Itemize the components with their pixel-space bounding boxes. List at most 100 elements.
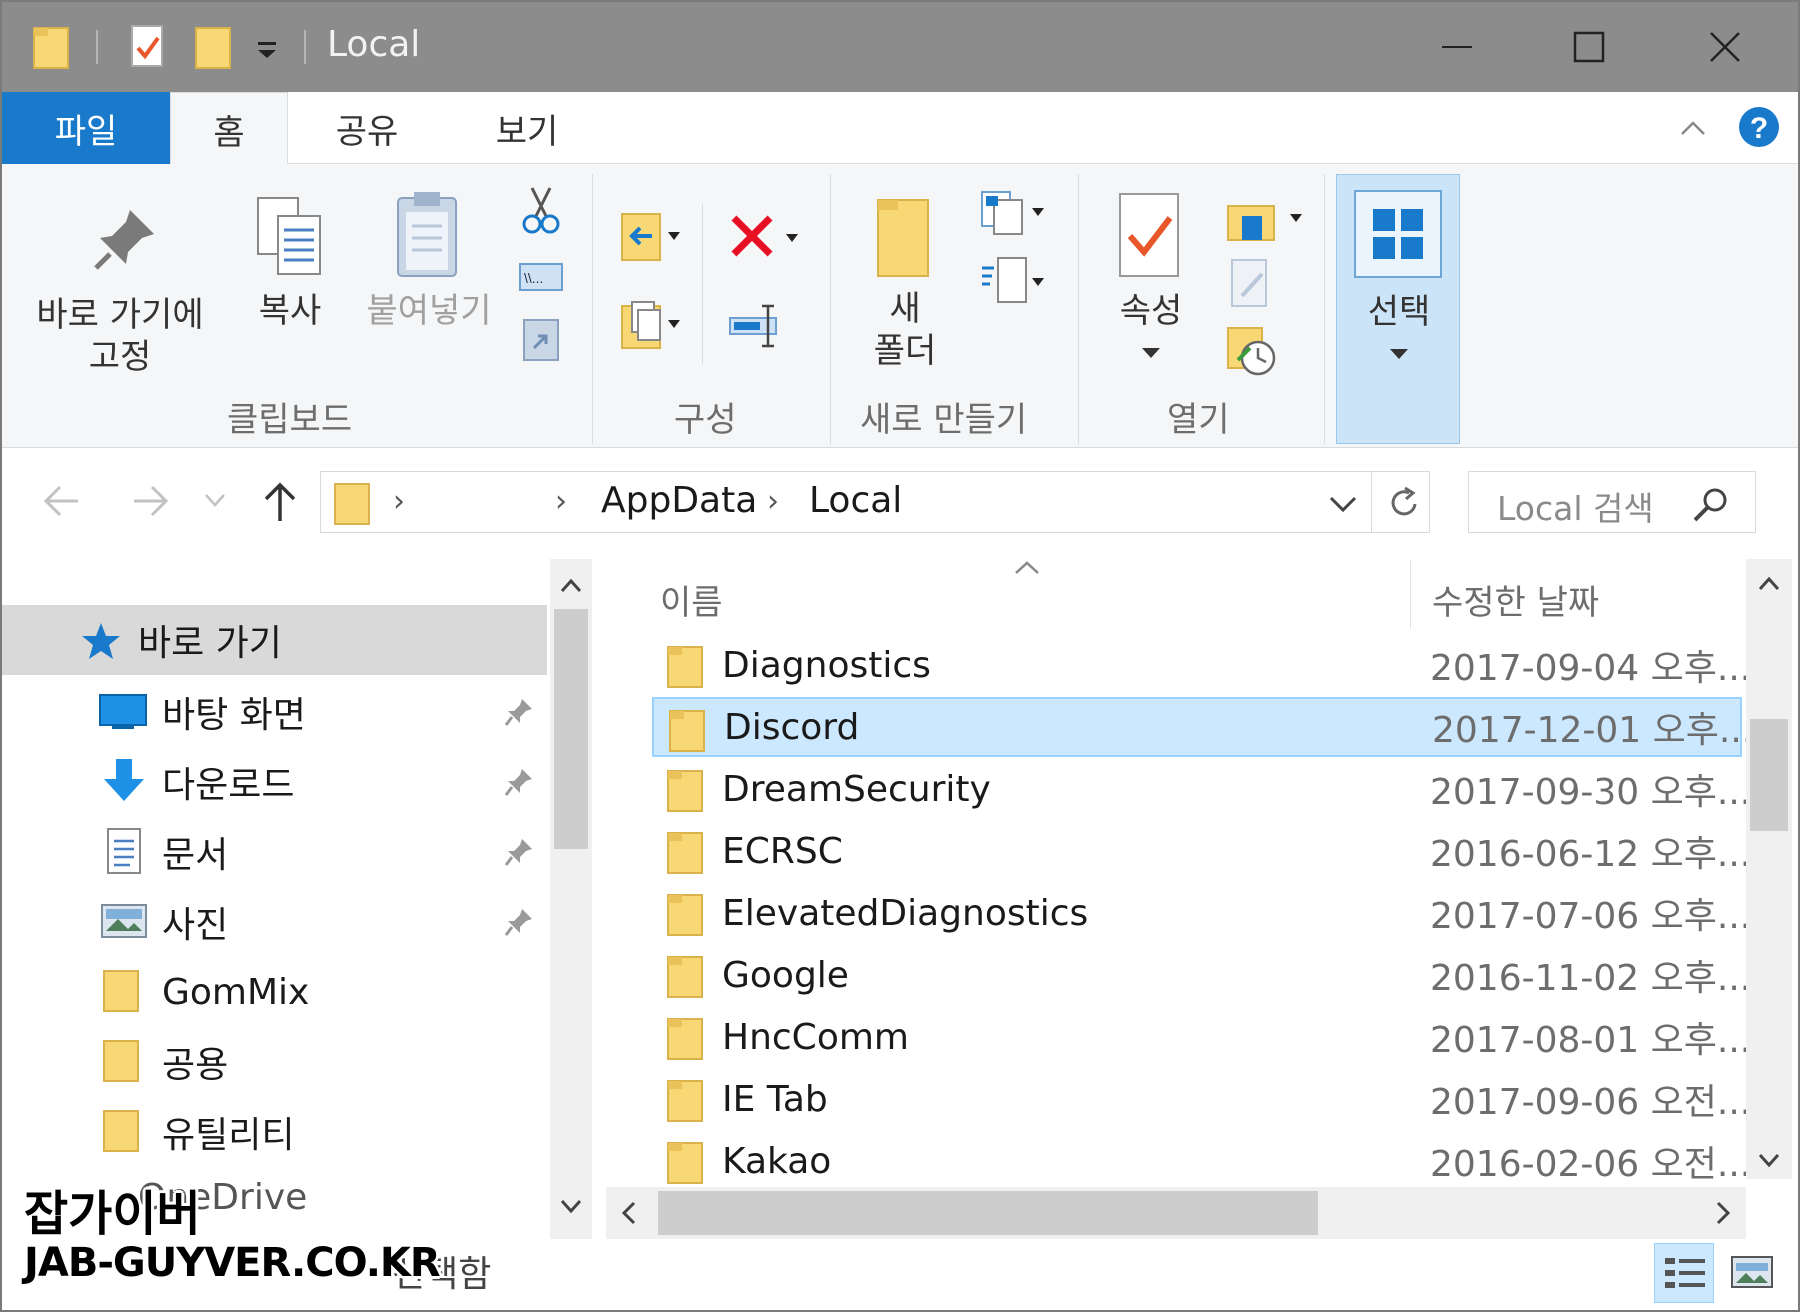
properties-icon xyxy=(1119,193,1179,277)
recent-locations-icon[interactable] xyxy=(204,493,226,509)
file-modified-date: 2016-11-02 오후... xyxy=(1430,958,1752,999)
file-row[interactable]: Kakao 2016-02-06 오전... xyxy=(652,1131,1751,1191)
copy-path-icon[interactable]: \\... xyxy=(518,262,564,292)
file-row[interactable]: Diagnostics 2017-09-04 오후... xyxy=(652,635,1751,695)
folder-icon xyxy=(103,970,139,1012)
back-icon[interactable] xyxy=(42,483,82,519)
refresh-icon[interactable] xyxy=(1389,486,1421,520)
breadcrumb-chevron-icon[interactable]: › xyxy=(555,484,567,519)
folder-icon xyxy=(667,1080,703,1122)
scroll-down-icon[interactable] xyxy=(1758,1153,1780,1169)
tab-view[interactable]: 보기 xyxy=(462,92,592,164)
new-item-icon[interactable] xyxy=(978,188,1048,238)
pin-icon[interactable] xyxy=(504,697,534,727)
desktop-icon xyxy=(99,694,147,729)
scroll-up-icon[interactable] xyxy=(1758,575,1780,591)
new-folder-label-2: 폴더 xyxy=(873,331,937,371)
file-modified-date: 2016-02-06 오전... xyxy=(1430,1144,1752,1185)
minimize-button[interactable] xyxy=(1402,12,1512,82)
pin-icon[interactable] xyxy=(504,907,534,937)
column-header-modified[interactable]: 수정한 날짜 xyxy=(1432,575,1599,624)
history-icon[interactable] xyxy=(1224,324,1278,378)
horizontal-scrollbar[interactable] xyxy=(606,1187,1746,1239)
title-bar: Local xyxy=(2,2,1798,92)
nav-item-documents[interactable]: 문서 xyxy=(2,817,547,887)
svg-text:\\...: \\... xyxy=(524,270,543,286)
ribbon-home: 바로 가기에 고정 복사 붙여넣기 \\... 클립보드 구성 새 폴더 새로 … xyxy=(2,164,1798,448)
scroll-thumb[interactable] xyxy=(658,1191,1318,1235)
close-button[interactable] xyxy=(1670,12,1780,82)
nav-item-pictures[interactable]: 사진 xyxy=(2,887,547,957)
open-icon[interactable] xyxy=(1224,194,1306,244)
pin-icon[interactable] xyxy=(504,837,534,867)
file-row[interactable]: Discord 2017-12-01 오후... xyxy=(652,697,1753,757)
nav-item-desktop[interactable]: 바탕 화면 xyxy=(2,677,547,747)
breadcrumb-chevron-icon[interactable]: › xyxy=(767,484,779,519)
up-icon[interactable] xyxy=(260,479,300,523)
organize-group-label: 구성 xyxy=(674,400,737,440)
delete-icon[interactable] xyxy=(728,212,802,262)
star-icon xyxy=(82,623,120,659)
cut-icon[interactable] xyxy=(520,184,562,236)
copy-button[interactable]: 복사 xyxy=(240,194,340,344)
customize-quick-access-icon[interactable] xyxy=(256,38,280,62)
file-row[interactable]: ElevatedDiagnostics 2017-07-06 오후... xyxy=(652,883,1751,943)
file-row[interactable]: DreamSecurity 2017-09-30 오후... xyxy=(652,759,1751,819)
nav-item-public[interactable]: 공용 xyxy=(2,1027,547,1097)
breadcrumb-local[interactable]: Local xyxy=(809,480,902,521)
scroll-thumb[interactable] xyxy=(1750,719,1788,831)
paste-shortcut-icon[interactable] xyxy=(520,314,562,364)
file-row[interactable]: Google 2016-11-02 오후... xyxy=(652,945,1751,1005)
new-folder-button[interactable]: 새 폴더 xyxy=(852,194,958,394)
select-button[interactable]: 선택 xyxy=(1336,174,1460,444)
maximize-button[interactable] xyxy=(1534,12,1644,82)
column-header-name[interactable]: 이름 xyxy=(660,575,723,624)
breadcrumb-chevron-icon[interactable]: › xyxy=(393,484,405,519)
tab-home[interactable]: 홈 xyxy=(170,92,288,165)
nav-item-gommix[interactable]: GomMix xyxy=(2,957,547,1027)
clipboard-group-label: 클립보드 xyxy=(227,400,353,440)
properties-button[interactable]: 속성 xyxy=(1106,190,1196,390)
help-icon[interactable]: ? xyxy=(1738,106,1780,148)
file-row[interactable]: ECRSC 2016-06-12 오후... xyxy=(652,821,1751,881)
new-folder-quick-icon[interactable] xyxy=(194,24,234,70)
nav-item-downloads[interactable]: 다운로드 xyxy=(2,747,547,817)
tab-file[interactable]: 파일 xyxy=(2,92,170,164)
pin-label-2: 고정 xyxy=(88,337,152,377)
scroll-down-icon[interactable] xyxy=(560,1199,582,1215)
nav-item-utilities[interactable]: 유틸리티 xyxy=(2,1097,547,1167)
file-row[interactable]: HncComm 2017-08-01 오후... xyxy=(652,1007,1751,1067)
search-icon[interactable] xyxy=(1691,486,1731,522)
pin-icon[interactable] xyxy=(504,767,534,797)
address-dropdown-icon[interactable] xyxy=(1329,494,1357,514)
search-box[interactable]: Local 검색 xyxy=(1468,471,1756,533)
folder-icon xyxy=(667,832,703,874)
large-icons-view-button[interactable] xyxy=(1722,1243,1782,1303)
scroll-up-icon[interactable] xyxy=(560,577,582,593)
column-divider[interactable] xyxy=(1410,559,1411,629)
nav-scrollbar[interactable] xyxy=(550,559,592,1239)
properties-quick-icon[interactable] xyxy=(130,24,166,70)
collapse-ribbon-icon[interactable] xyxy=(1678,114,1708,144)
paste-button[interactable]: 붙여넣기 xyxy=(354,190,504,340)
file-modified-date: 2016-06-12 오후... xyxy=(1430,834,1752,875)
scroll-right-icon[interactable] xyxy=(1716,1201,1732,1225)
file-list-scrollbar[interactable] xyxy=(1746,559,1792,1179)
move-to-icon[interactable] xyxy=(618,210,682,264)
pin-to-quick-access-button[interactable]: 바로 가기에 고정 xyxy=(20,204,220,384)
edit-icon[interactable] xyxy=(1228,256,1274,310)
file-row[interactable]: IE Tab 2017-09-06 오전... xyxy=(652,1069,1751,1129)
forward-icon[interactable] xyxy=(130,483,170,519)
file-name: HncComm xyxy=(722,1016,909,1058)
scroll-thumb[interactable] xyxy=(554,609,588,849)
address-bar[interactable]: › › AppData › Local xyxy=(320,471,1430,533)
breadcrumb-appdata[interactable]: AppData xyxy=(601,480,757,521)
rename-icon[interactable] xyxy=(728,302,778,348)
scroll-left-icon[interactable] xyxy=(620,1201,636,1225)
nav-quick-access[interactable]: 바로 가기 xyxy=(2,605,547,675)
copy-to-icon[interactable] xyxy=(618,298,682,352)
svg-text:?: ? xyxy=(1750,112,1768,145)
details-view-button[interactable] xyxy=(1654,1243,1714,1303)
easy-access-icon[interactable] xyxy=(978,254,1048,310)
tab-share[interactable]: 공유 xyxy=(302,92,432,164)
